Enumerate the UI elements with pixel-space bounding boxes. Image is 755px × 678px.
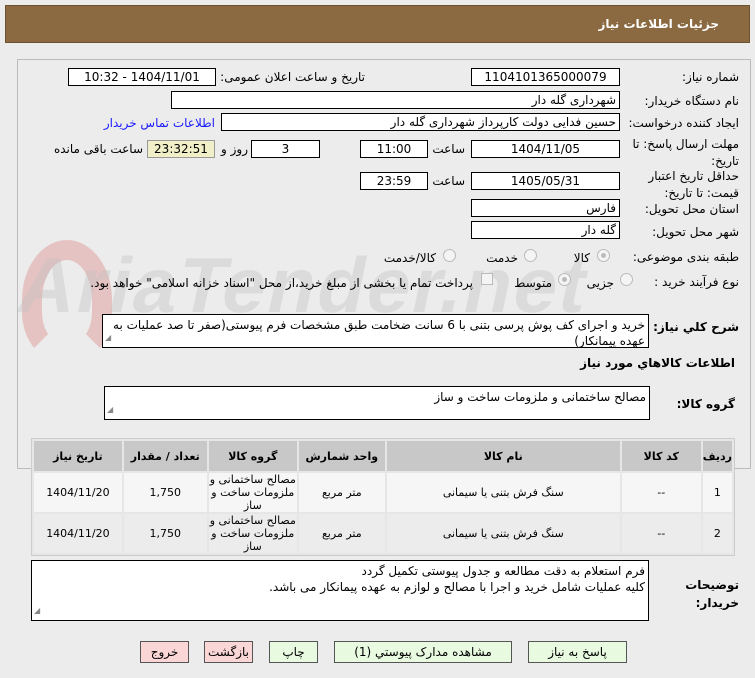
- buyer-contact-link[interactable]: اطلاعات تماس خریدار: [104, 116, 215, 130]
- cell-date: 1404/11/20: [34, 473, 122, 512]
- process-option-medium: متوسط: [514, 276, 552, 290]
- table-row: 1 -- سنگ فرش بتنی یا سیمانی متر مربع مصا…: [34, 473, 732, 512]
- city-field: گله دار: [471, 221, 620, 239]
- days-field: 3: [251, 140, 320, 158]
- need-number-label: شماره نیاز:: [682, 70, 739, 84]
- cell-group: مصالح ساختمانی و ملزومات ساخت و ساز: [208, 473, 297, 512]
- back-button[interactable]: بازگشت: [204, 641, 253, 663]
- announce-field: 1404/11/01 - 10:32: [68, 68, 216, 86]
- province-label: استان محل تحویل:: [644, 202, 739, 216]
- cell-name: سنگ فرش بتنی یا سیمانی: [386, 514, 620, 553]
- notes-label: توضیحات خریدار:: [685, 578, 739, 610]
- cell-row: 1: [702, 473, 732, 512]
- description-label: شرح کلي نياز:: [653, 320, 739, 334]
- resize-grip-icon[interactable]: ◢: [34, 603, 40, 619]
- cell-code: --: [621, 473, 701, 512]
- goods-table: ردیف کد کالا نام کالا واحد شمارش گروه کا…: [31, 438, 735, 556]
- deadline-label: مهلت ارسال پاسخ: تا تاریخ:: [632, 137, 739, 168]
- cell-date: 1404/11/20: [34, 514, 122, 553]
- creator-label: ایجاد کننده درخواست:: [628, 116, 739, 130]
- col-code: کد کالا: [621, 441, 701, 471]
- category-option-goods-service: کالا/خدمت: [383, 251, 436, 265]
- cell-unit: متر مربع: [298, 473, 385, 512]
- group-text: مصالح ساختمانی و ملزومات ساخت و ساز: [434, 390, 646, 404]
- need-number-field: 1104101365000079: [471, 68, 620, 86]
- payment-note: پرداخت تمام یا بخشی از مبلغ خرید،از محل …: [90, 276, 473, 290]
- resize-grip-icon[interactable]: ◢: [105, 330, 111, 346]
- category-option-service: خدمت: [486, 251, 518, 265]
- buyer-field: شهرداری گله دار: [171, 91, 620, 109]
- print-button[interactable]: چاپ: [269, 641, 318, 663]
- validity-time-label: ساعت: [432, 174, 465, 188]
- cell-unit: متر مربع: [298, 514, 385, 553]
- cell-quantity: 1,750: [123, 473, 207, 512]
- exit-button[interactable]: خروج: [140, 641, 189, 663]
- notes-line-2: کلیه عملیات شامل خرید و اجرا با مصالح و …: [269, 580, 645, 594]
- process-radio-medium[interactable]: [558, 273, 571, 286]
- days-label: روز و: [221, 142, 248, 156]
- validity-date-field: 1405/05/31: [471, 172, 620, 190]
- cell-group: مصالح ساختمانی و ملزومات ساخت و ساز: [208, 514, 297, 553]
- deadline-time-label: ساعت: [432, 142, 465, 156]
- col-row: ردیف: [702, 441, 732, 471]
- view-attachments-button[interactable]: مشاهده مدارک پیوستي (1): [334, 641, 512, 663]
- process-option-minor: جزیی: [586, 276, 614, 290]
- group-label: گروه کالا:: [676, 397, 735, 411]
- resize-grip-icon[interactable]: ◢: [107, 402, 113, 418]
- col-date: تاریخ نیاز: [34, 441, 122, 471]
- notes-textarea[interactable]: فرم استعلام به دقت مطالعه و جدول پیوستی …: [31, 560, 649, 621]
- col-quantity: تعداد / مقدار: [123, 441, 207, 471]
- category-radio-goods[interactable]: [597, 249, 610, 262]
- remaining-label: ساعت باقی مانده: [53, 142, 143, 156]
- cell-name: سنگ فرش بتنی یا سیمانی: [386, 473, 620, 512]
- city-label: شهر محل تحویل:: [652, 225, 739, 239]
- description-text: خرید و اجرای کف پوش پرسی بتنی با 6 سانت …: [113, 318, 645, 348]
- deadline-time-field: 11:00: [360, 140, 428, 158]
- remaining-time-field: 23:32:51: [147, 140, 215, 158]
- group-textarea[interactable]: مصالح ساختمانی و ملزومات ساخت و ساز ◢: [104, 386, 650, 420]
- table-row: 2 -- سنگ فرش بتنی یا سیمانی متر مربع مصا…: [34, 514, 732, 553]
- category-radio-service[interactable]: [524, 249, 537, 262]
- cell-row: 2: [702, 514, 732, 553]
- cell-quantity: 1,750: [123, 514, 207, 553]
- goods-info-title: اطلاعات کالاهاي مورد نياز: [580, 356, 735, 370]
- description-textarea[interactable]: خرید و اجرای کف پوش پرسی بتنی با 6 سانت …: [102, 314, 649, 348]
- col-group: گروه کالا: [208, 441, 297, 471]
- deadline-date-field: 1404/11/05: [471, 140, 620, 158]
- col-unit: واحد شمارش: [298, 441, 385, 471]
- notes-line-1: فرم استعلام به دقت مطالعه و جدول پیوستی …: [361, 564, 645, 578]
- cell-code: --: [621, 514, 701, 553]
- process-radio-minor[interactable]: [620, 273, 633, 286]
- buyer-label: نام دستگاه خریدار:: [644, 94, 740, 108]
- reply-button[interactable]: پاسخ به نیاز: [528, 641, 627, 663]
- announce-label: تاریخ و ساعت اعلان عمومی:: [220, 70, 365, 84]
- col-name: نام کالا: [386, 441, 620, 471]
- page-header: جزئیات اطلاعات نیاز: [5, 5, 750, 43]
- category-label: طبقه بندی موضوعی:: [632, 250, 739, 264]
- creator-field: حسین فدایی دولت کارپرداز شهرداری گله دار: [221, 113, 620, 131]
- page-title: جزئیات اطلاعات نیاز: [598, 17, 719, 31]
- validity-time-field: 23:59: [360, 172, 428, 190]
- table-header-row: ردیف کد کالا نام کالا واحد شمارش گروه کا…: [34, 441, 732, 471]
- treasury-payment-checkbox[interactable]: [481, 273, 493, 285]
- validity-label: حداقل تاریخ اعتبار قیمت: تا تاریخ:: [648, 169, 739, 200]
- process-label: نوع فرآیند خرید :: [654, 275, 739, 289]
- province-field: فارس: [471, 199, 620, 217]
- category-radio-goods-service[interactable]: [443, 249, 456, 262]
- category-option-goods: کالا: [573, 251, 590, 265]
